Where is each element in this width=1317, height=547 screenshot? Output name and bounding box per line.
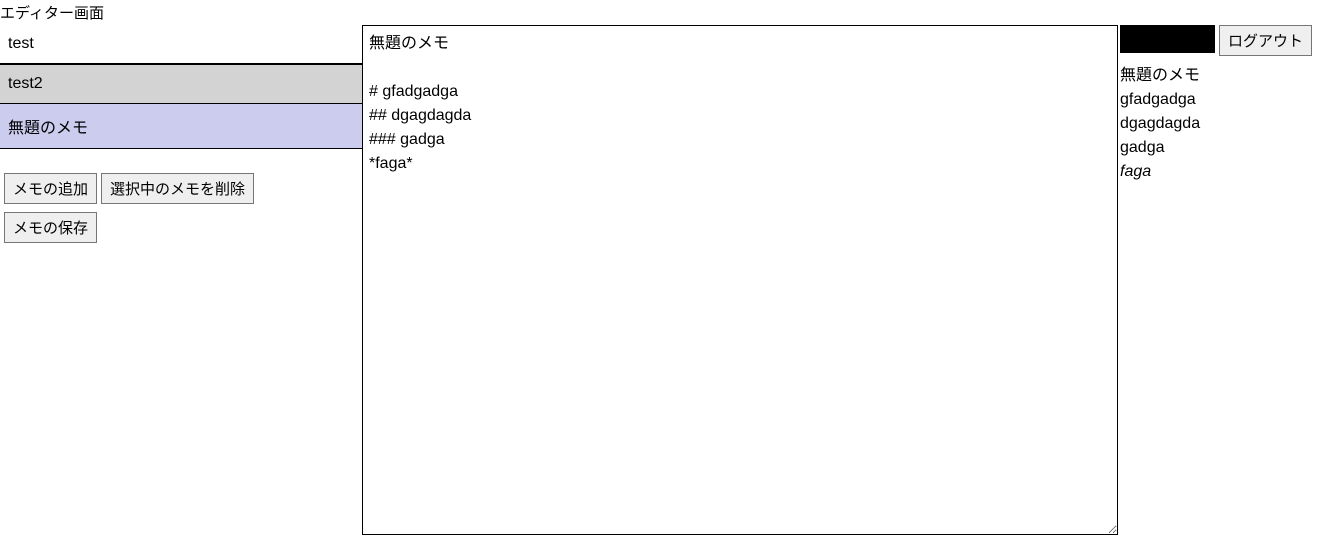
- right-panel: ログアウト 無題のメモ gfadgadga dgagdagda gadga fa…: [1118, 25, 1317, 540]
- memo-item-untitled[interactable]: 無題のメモ: [0, 104, 362, 149]
- add-memo-button[interactable]: メモの追加: [4, 173, 97, 204]
- preview-title: 無題のメモ: [1120, 64, 1317, 88]
- memo-item-label: test: [8, 35, 34, 52]
- preview-panel: 無題のメモ gfadgadga dgagdagda gadga faga: [1120, 64, 1317, 184]
- memo-item-test2[interactable]: test2: [0, 64, 362, 104]
- sidebar-buttons: メモの追加 選択中のメモを削除 メモの保存: [0, 173, 362, 243]
- preview-italic: faga: [1120, 160, 1317, 184]
- page-title: エディター画面: [0, 0, 1317, 25]
- preview-h3: gadga: [1120, 136, 1317, 160]
- sidebar: test test2 無題のメモ メモの追加 選択中のメモを削除 メモの保存: [0, 25, 362, 540]
- memo-item-label: test2: [8, 75, 43, 92]
- save-memo-button[interactable]: メモの保存: [4, 212, 97, 243]
- memo-item-test[interactable]: test: [0, 25, 362, 64]
- logout-button[interactable]: ログアウト: [1219, 25, 1312, 56]
- editor-panel: [362, 25, 1118, 540]
- memo-item-label: 無題のメモ: [8, 120, 88, 137]
- preview-h1: gfadgadga: [1120, 88, 1317, 112]
- user-avatar-block: [1120, 25, 1215, 53]
- preview-h2: dgagdagda: [1120, 112, 1317, 136]
- delete-selected-memo-button[interactable]: 選択中のメモを削除: [101, 173, 254, 204]
- memo-list: test test2 無題のメモ: [0, 25, 362, 149]
- memo-editor[interactable]: [362, 25, 1118, 535]
